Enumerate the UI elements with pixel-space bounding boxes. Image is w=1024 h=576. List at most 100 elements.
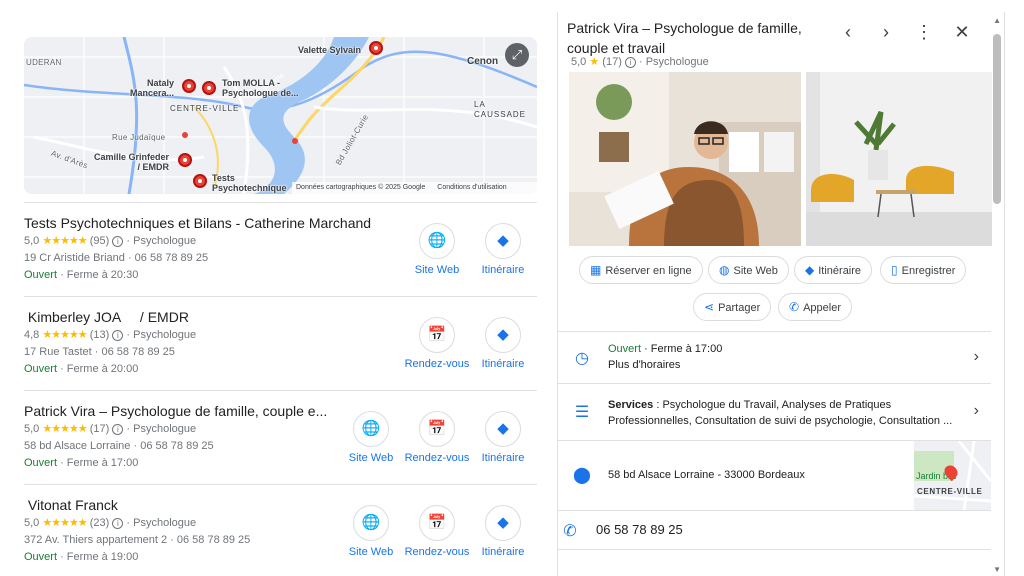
result-name[interactable]: Tests Psychotechniques et Bilans - Cathe… <box>24 215 404 231</box>
info-icon[interactable]: i <box>624 57 636 68</box>
more-hours-link[interactable]: Plus d'horaires <box>608 359 680 371</box>
services-row[interactable]: ☰ Services : Psychologue du Travail, Ana… <box>558 383 991 440</box>
result-address-line: 372 Av. Thiers appartement 2 · 06 58 78 … <box>24 534 251 546</box>
website-button[interactable]: 🌐 Site Web <box>338 505 404 558</box>
place-photo-waiting-room[interactable] <box>806 72 992 246</box>
directions-label: Itinéraire <box>481 358 525 370</box>
directions-icon: ◆ <box>805 263 815 277</box>
info-icon[interactable]: i <box>112 330 124 341</box>
website-label: Site Web <box>733 265 778 277</box>
review-count: (13) <box>89 329 110 341</box>
directions-label: Itinéraire <box>481 546 525 558</box>
close-icon[interactable]: ✕ <box>950 22 974 43</box>
appointment-button[interactable]: 📅 Rendez-vous <box>404 411 470 464</box>
hours-row[interactable]: ◷ Ouvert · Ferme à 17:00 Plus d'horaires… <box>558 331 991 383</box>
website-button[interactable]: ◍ Site Web <box>708 256 789 284</box>
more-vert-icon[interactable]: ⋮ <box>912 22 936 43</box>
map-dot[interactable] <box>292 138 298 144</box>
map-terms-link[interactable]: Conditions d'utilisation <box>437 184 506 191</box>
directions-button[interactable]: ◆ Itinéraire <box>470 223 536 276</box>
result-address-line: 19 Cr Aristide Briand · 06 58 78 89 25 <box>24 252 209 264</box>
star-icons: ★★★★★ <box>42 423 87 435</box>
map-dot[interactable] <box>182 132 188 138</box>
website-label: Site Web <box>348 546 394 558</box>
map-pin-camille[interactable] <box>178 153 192 167</box>
result-item[interactable]: Tests Psychotechniques et Bilans - Cathe… <box>24 202 537 296</box>
place-title: Patrick Vira – Psychologue de famille, c… <box>567 20 802 56</box>
share-button[interactable]: ⋖ Partager <box>693 293 772 321</box>
review-count: (95) <box>89 235 110 247</box>
globe-icon: ◍ <box>719 263 730 277</box>
star-icon: ★ <box>589 56 600 68</box>
result-hours: Ouvert · Ferme à 20:30 <box>24 269 139 281</box>
scroll-down-arrow[interactable]: ▼ <box>993 565 1001 574</box>
result-category: Psychologue <box>133 329 197 341</box>
calendar-icon: 📅 <box>419 411 455 447</box>
appointment-button[interactable]: 📅 Rendez-vous <box>404 317 470 370</box>
result-item[interactable]: Vitonat Franck 5,0 ★★★★★ (23) i · Psycho… <box>24 484 537 576</box>
result-hours: Ouvert · Ferme à 20:00 <box>24 363 139 375</box>
expand-icon[interactable]: ⤢ <box>505 43 529 67</box>
review-count[interactable]: (17) <box>602 56 622 68</box>
directions-button[interactable]: ◆ Itinéraire <box>794 256 873 284</box>
call-button[interactable]: ✆ Appeler <box>778 293 852 321</box>
website-button[interactable]: 🌐 Site Web <box>404 223 470 276</box>
phone-row[interactable]: ✆ 06 58 78 89 25 <box>558 510 991 550</box>
mini-map[interactable]: Jardin blic CENTRE-VILLE <box>914 441 991 511</box>
info-icon[interactable]: i <box>112 424 124 435</box>
chevron-right-icon[interactable]: › <box>974 402 979 420</box>
result-rating: 5,0 ★★★★★ (17) i · Psychologue <box>24 423 197 435</box>
result-name[interactable]: Kimberley JOA / EMDR <box>24 309 394 325</box>
info-icon[interactable]: i <box>112 518 124 529</box>
directions-button[interactable]: ◆ Itinéraire <box>470 505 536 558</box>
place-details-panel: Patrick Vira – Psychologue de famille, c… <box>557 12 1005 576</box>
result-category: Psychologue <box>133 517 197 529</box>
closing-time: Ferme à 20:30 <box>66 269 139 281</box>
call-label: Appeler <box>803 302 841 314</box>
result-phone: 06 58 78 89 25 <box>101 346 175 358</box>
result-category: Psychologue <box>133 423 197 435</box>
map-pin-tests[interactable] <box>193 174 207 188</box>
map-pin-tom[interactable] <box>202 81 216 95</box>
map-label-rue-judaique: Rue Judaïque <box>112 133 166 142</box>
map-pin-nataly[interactable] <box>182 79 196 93</box>
chevron-right-icon[interactable]: › <box>974 348 979 366</box>
place-address: 58 bd Alsace Lorraine - 33000 Bordeaux <box>608 469 805 481</box>
save-button[interactable]: ▯ Enregistrer <box>880 256 967 284</box>
map-pin-valette[interactable] <box>369 41 383 55</box>
closing-time: Ferme à 20:00 <box>66 363 139 375</box>
hours-summary: Ouvert · Ferme à 17:00 <box>608 343 723 355</box>
services-label: Services <box>608 399 654 411</box>
result-address-line: 17 Rue Tastet · 06 58 78 89 25 <box>24 346 175 358</box>
directions-button[interactable]: ◆ Itinéraire <box>470 411 536 464</box>
chevron-right-icon[interactable]: › <box>874 22 898 43</box>
result-address: 17 Rue Tastet <box>24 346 92 358</box>
book-online-label: Réserver en ligne <box>605 265 692 277</box>
map-label-tom: Tom MOLLA - Psychologue de... <box>222 78 299 98</box>
results-map[interactable]: UDERAN Garonne Valette Sylvain Cenon ⤢ N… <box>24 37 537 194</box>
result-address-line: 58 bd Alsace Lorraine · 06 58 78 89 25 <box>24 440 214 452</box>
info-icon[interactable]: i <box>112 236 124 247</box>
star-icons: ★★★★★ <box>42 235 87 247</box>
appointment-button[interactable]: 📅 Rendez-vous <box>404 505 470 558</box>
rating-value: 4,8 <box>24 329 40 341</box>
address-row[interactable]: ⬤ 58 bd Alsace Lorraine - 33000 Bordeaux… <box>558 440 991 511</box>
scrollbar-thumb[interactable] <box>993 34 1001 204</box>
share-label: Partager <box>718 302 761 314</box>
scroll-up-arrow[interactable]: ▲ <box>993 16 1001 25</box>
calendar-icon: 📅 <box>419 505 455 541</box>
directions-button[interactable]: ◆ Itinéraire <box>470 317 536 370</box>
open-status: Ouvert <box>24 457 58 469</box>
result-address: 372 Av. Thiers appartement 2 <box>24 534 168 546</box>
result-item[interactable]: Kimberley JOA / EMDR 4,8 ★★★★★ (13) i · … <box>24 296 537 390</box>
book-online-button[interactable]: ▦ Réserver en ligne <box>579 256 703 284</box>
open-status: Ouvert <box>24 551 58 563</box>
result-name[interactable]: Vitonat Franck <box>24 497 339 513</box>
map-copyright: Données cartographiques © 2025 Google <box>296 184 426 191</box>
result-item[interactable]: Patrick Vira – Psychologue de famille, c… <box>24 390 537 484</box>
chevron-left-icon[interactable]: ‹ <box>836 22 860 43</box>
directions-label: Itinéraire <box>481 452 525 464</box>
place-photo-office[interactable] <box>569 72 801 246</box>
result-name[interactable]: Patrick Vira – Psychologue de famille, c… <box>24 403 339 419</box>
website-button[interactable]: 🌐 Site Web <box>338 411 404 464</box>
